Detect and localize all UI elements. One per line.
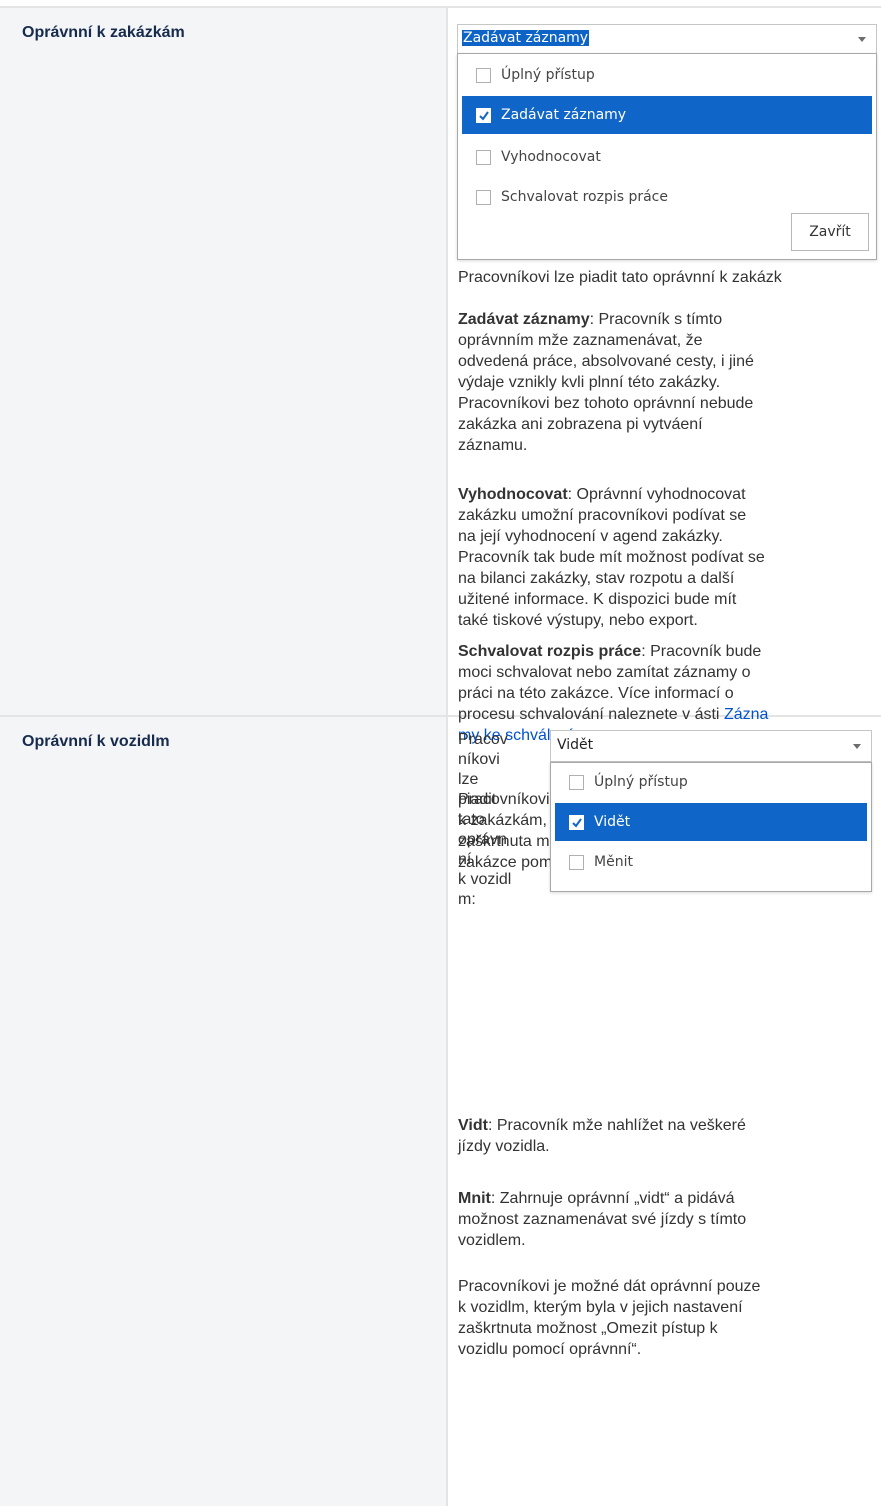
- vehicles-footer-note: Pracovníkovi je možné dát oprávnní pouze…: [458, 1276, 878, 1360]
- option-full-access[interactable]: Úplný přístup: [555, 763, 867, 801]
- text-line: vozidlem.: [458, 1232, 526, 1249]
- text-line: : Zahrnuje oprávnní „vidt“ a pidává: [490, 1190, 735, 1207]
- text-line: Pracovníkovi je možné dát oprávnní pouze: [458, 1278, 761, 1295]
- term-label: Vidt: [458, 1117, 488, 1134]
- orders-intro: Pracovníkovi lze piadit tato oprávnní k …: [458, 269, 782, 286]
- text-line: níkovi: [458, 751, 500, 768]
- text-line: také tiskové výstupy, nebo export.: [458, 612, 698, 629]
- row1-header: Oprávnní k zakázkám: [22, 24, 185, 41]
- checkbox-checked-icon[interactable]: [476, 107, 491, 123]
- checkbox-icon[interactable]: [569, 774, 584, 790]
- text-line: možnost zaznamenávat své jízdy s tímto: [458, 1211, 747, 1228]
- vehicles-permission-list: Úplný přístup Vidět Měnit: [550, 762, 872, 892]
- column-divider: [446, 6, 448, 1506]
- text-line: užitené informace. K dispozici bude mít: [458, 591, 737, 608]
- option-label: Úplný přístup: [594, 774, 688, 790]
- term-label: Mnit: [458, 1190, 491, 1207]
- option-edit[interactable]: Měnit: [555, 843, 867, 881]
- text-line: Pracov: [458, 731, 508, 748]
- text-line: práci na této zakázce. Více informací o: [458, 685, 734, 702]
- option-view[interactable]: Vidět: [555, 803, 867, 841]
- orders-permission-select[interactable]: Zadávat záznamy: [457, 24, 877, 54]
- text-line: odvedená práce, absolvované cesty, i jin…: [458, 353, 754, 370]
- text-line: lze: [458, 771, 479, 788]
- text-line: Pracovníkovi bez tohoto oprávnní nebude: [458, 395, 754, 412]
- close-button[interactable]: Zavřít: [791, 213, 869, 251]
- checkbox-icon[interactable]: [569, 854, 584, 870]
- text-line: výdaje vznikly kvli plnní této zakázky.: [458, 374, 721, 391]
- term-label: Zadávat záznamy: [458, 311, 590, 328]
- checkbox-checked-icon[interactable]: [569, 814, 584, 830]
- vehicles-permission-select[interactable]: Vidět: [550, 730, 872, 762]
- text-line: k vozidlm, kterým byla v jejich nastaven…: [458, 1299, 743, 1316]
- option-label: Vyhodnocovat: [501, 149, 601, 165]
- text-line: na bilanci zakázky, stav rozpotu a další: [458, 570, 735, 587]
- option-label: Měnit: [594, 854, 633, 870]
- row1-header-cell: [0, 8, 446, 715]
- text-line: ní: [458, 851, 472, 868]
- option-full-access[interactable]: Úplný přístup: [462, 56, 872, 94]
- checkbox-icon[interactable]: [476, 67, 491, 83]
- option-approve-work[interactable]: Schvalovat rozpis práce: [462, 178, 872, 216]
- checkbox-icon[interactable]: [476, 189, 491, 205]
- text-line: m:: [458, 891, 476, 908]
- text-line: Pracovník tak bude mít možnost podívat s…: [458, 549, 765, 566]
- text-line: piadit: [458, 791, 497, 808]
- text-line: zakázku umožní pracovníkovi podívat se: [458, 507, 747, 524]
- text-line: na její vyhodnocení v agend zakázky.: [458, 528, 723, 545]
- option-label: Úplný přístup: [501, 67, 595, 83]
- chevron-down-icon[interactable]: [853, 744, 861, 749]
- text-line: tato: [458, 811, 485, 828]
- text-line: : Pracovník mže nahlížet na veškeré: [487, 1117, 746, 1134]
- text-line: : Oprávnní vyhodnocovat: [567, 486, 746, 503]
- orders-paragraph-evaluate: Vyhodnocovat: Oprávnní vyhodnocovat zaká…: [458, 484, 878, 631]
- term-label: Vyhodnocovat: [458, 486, 568, 503]
- row2-header: Oprávnní k vozidlm: [22, 733, 170, 750]
- text-line: jízdy vozidla.: [458, 1138, 550, 1155]
- option-label: Vidět: [594, 814, 631, 830]
- orders-paragraph-enter-records: Zadávat záznamy: Pracovník s tímto opráv…: [458, 309, 878, 456]
- orders-permission-list: Úplný přístup Zadávat záznamy Vyhodnocov…: [457, 53, 877, 260]
- vehicles-paragraph-edit: Mnit: Zahrnuje oprávnní „vidt“ a pidává …: [458, 1188, 878, 1251]
- option-evaluate[interactable]: Vyhodnocovat: [462, 138, 872, 176]
- table-border-top: [0, 6, 881, 8]
- text-line: záznamu.: [458, 437, 528, 454]
- text-line: procesu schvalování naleznete v ásti: [458, 706, 724, 723]
- chevron-down-icon[interactable]: [858, 37, 866, 42]
- checkbox-icon[interactable]: [476, 149, 491, 165]
- text-line: : Pracovník s tímto: [589, 311, 723, 328]
- vehicles-paragraph-view: Vidt: Pracovník mže nahlížet na veškeré …: [458, 1115, 878, 1157]
- row2-header-cell: [0, 717, 446, 1506]
- orders-selected-value: Zadávat záznamy: [462, 30, 590, 46]
- option-enter-records[interactable]: Zadávat záznamy: [462, 96, 872, 134]
- text-line: vozidlu pomocí oprávnní“.: [458, 1341, 642, 1358]
- option-label: Zadávat záznamy: [501, 107, 627, 123]
- text-line: moci schvalovat nebo zamítat záznamy o: [458, 664, 751, 681]
- vehicles-intro: Pracov níkovi lze piadit tato oprávn ní …: [458, 730, 538, 910]
- text-line: k vozidl: [458, 871, 512, 888]
- option-label: Schvalovat rozpis práce: [501, 189, 668, 205]
- approval-link-part1[interactable]: Zázna: [724, 706, 768, 723]
- text-line: oprávnním mže zaznamenávat, že: [458, 332, 703, 349]
- text-line: oprávn: [458, 831, 507, 848]
- text-line: zaškrtnuta možnost „Omezit pístup k: [458, 1320, 718, 1337]
- text-line: : Pracovník bude: [641, 643, 762, 660]
- term-label: Schvalovat rozpis práce: [458, 643, 642, 660]
- vehicles-selected-value: Vidět: [557, 737, 594, 753]
- text-line: zakázka ani zobrazena pi vytváení: [458, 416, 703, 433]
